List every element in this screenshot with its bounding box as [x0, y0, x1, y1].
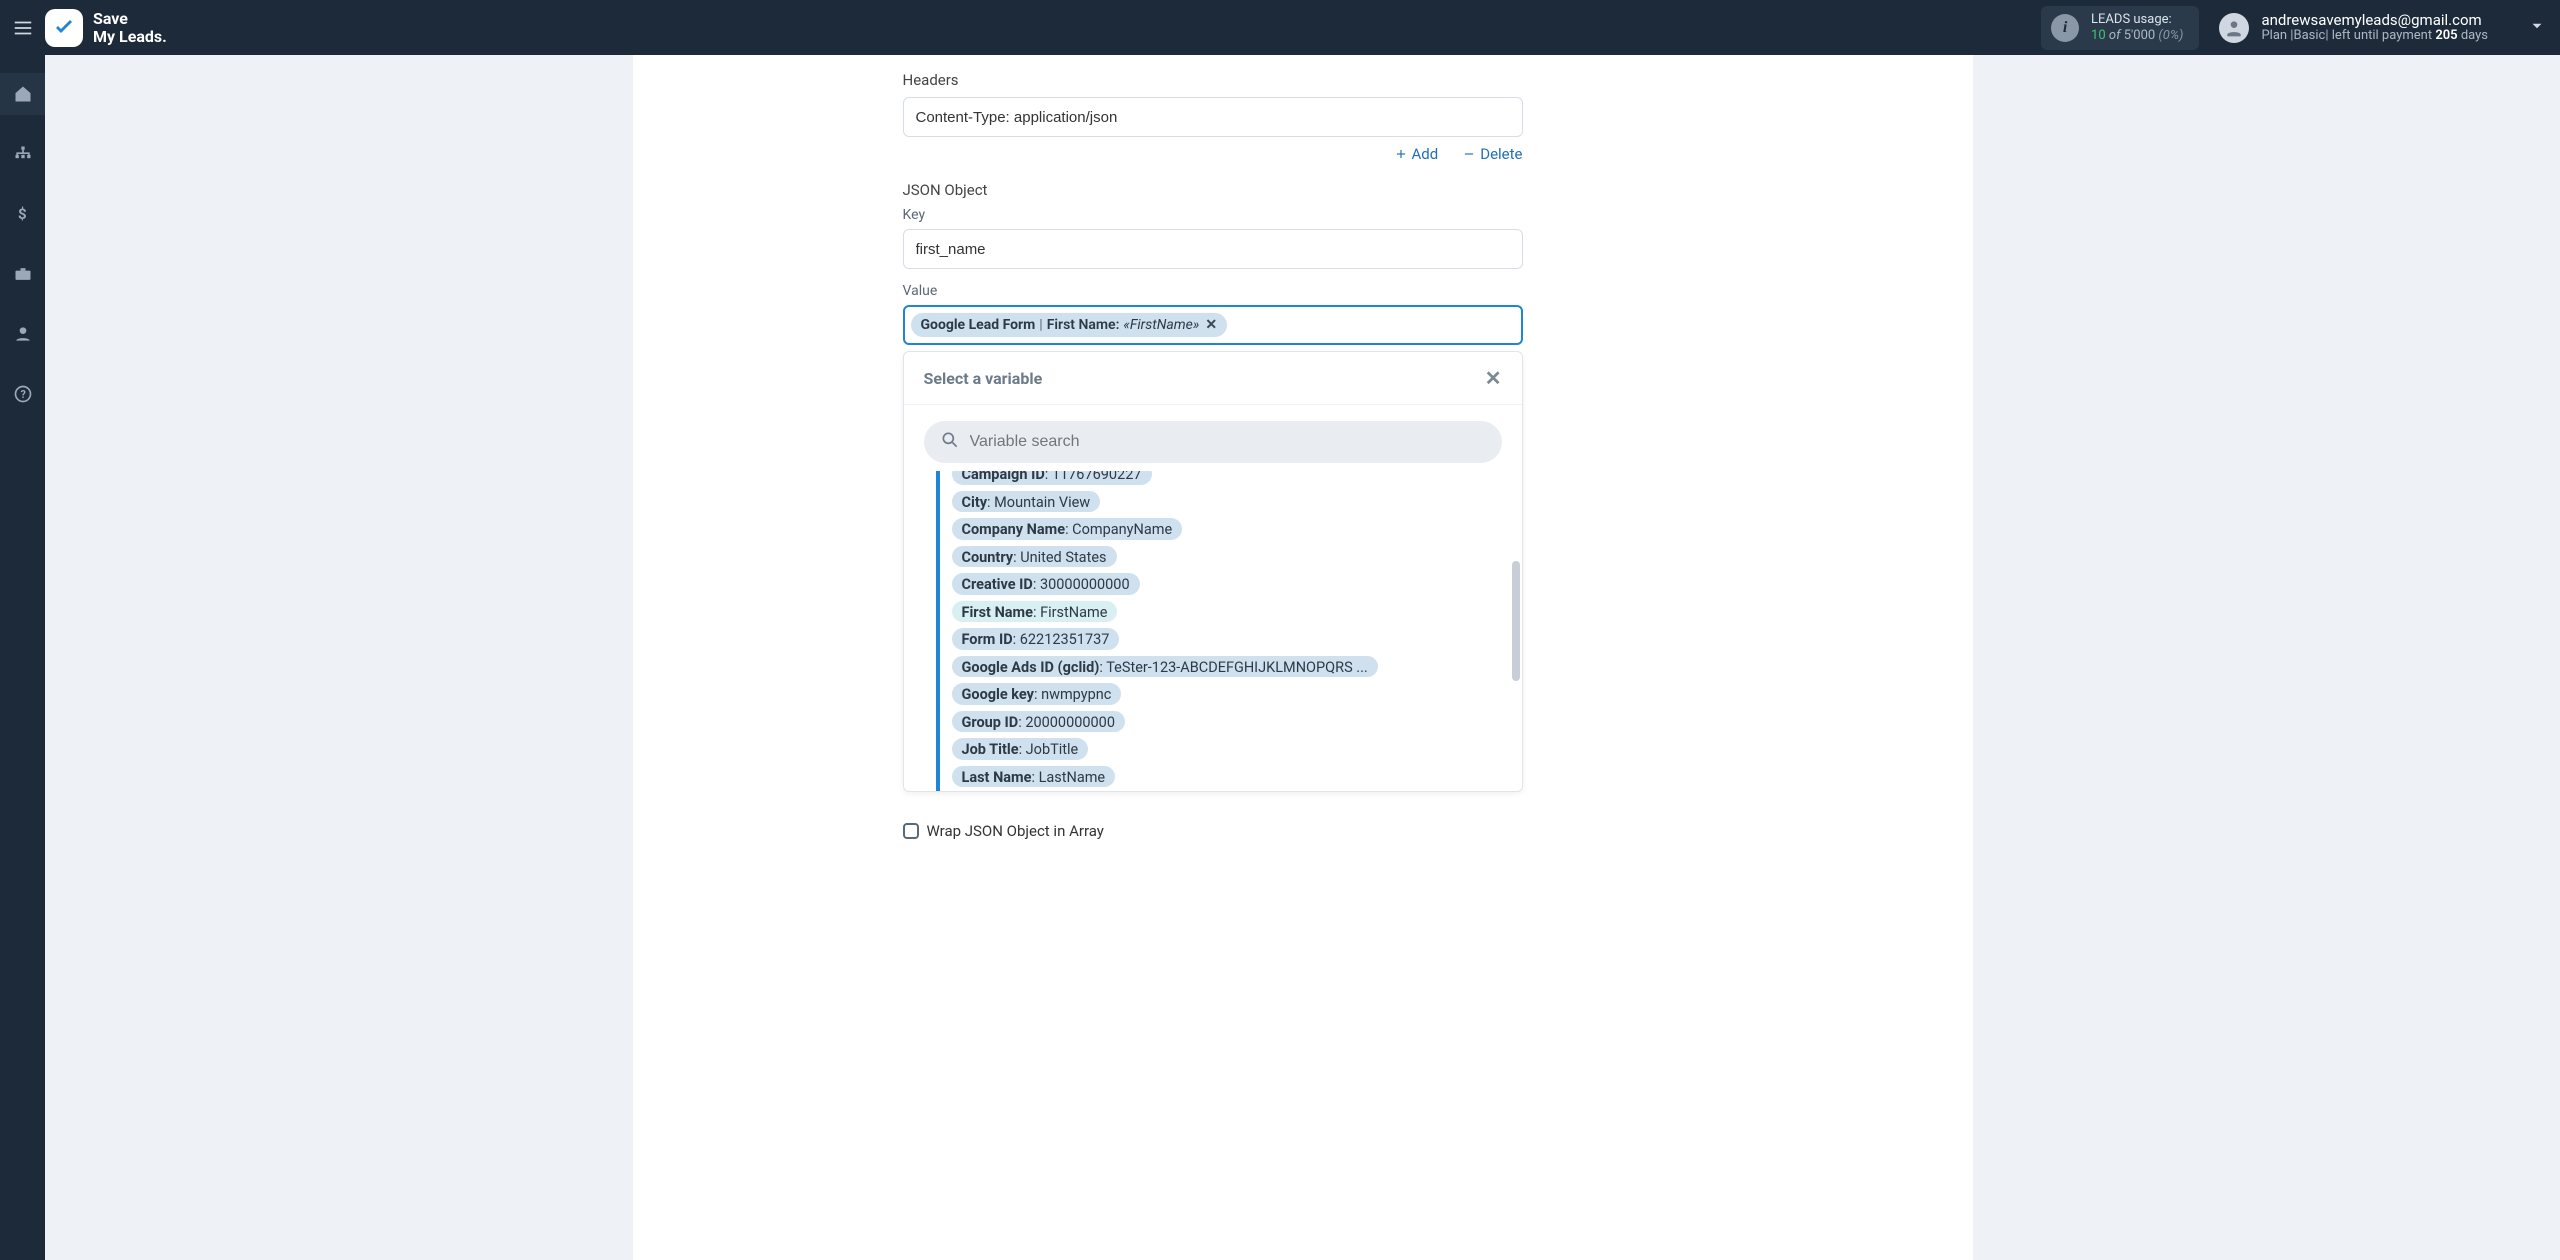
sidebar-item-billing[interactable]: $ — [0, 193, 45, 235]
account-email: andrewsavemyleads@gmail.com — [2261, 12, 2488, 28]
sidebar-item-account[interactable] — [0, 313, 45, 355]
info-icon: i — [2051, 14, 2079, 42]
main-card: Headers Add Delete JSON Object Key Value… — [633, 55, 1973, 1260]
remove-chip-button[interactable]: ✕ — [1205, 317, 1217, 333]
sidebar-item-help[interactable]: ? — [0, 373, 45, 415]
top-header: Save My Leads. i LEADS usage: 10 of 5'00… — [0, 0, 2560, 55]
leads-usage-box[interactable]: i LEADS usage: 10 of 5'000 (0%) — [2041, 6, 2199, 50]
wrap-array-checkbox[interactable] — [903, 823, 919, 839]
value-chip[interactable]: Google Lead Form | First Name: «FirstNam… — [911, 313, 1228, 337]
left-sidebar: $ ? — [0, 55, 45, 1260]
variable-option[interactable]: Google Ads ID (gclid): TeSter-123-ABCDEF… — [952, 656, 1378, 678]
wrap-array-row[interactable]: Wrap JSON Object in Array — [903, 822, 1523, 840]
brand-line1: Save — [93, 9, 128, 28]
usage-label: LEADS usage: — [2091, 12, 2183, 28]
variable-option[interactable]: Job Title: JobTitle — [952, 738, 1089, 760]
main-scroll[interactable]: Headers Add Delete JSON Object Key Value… — [45, 55, 2560, 1260]
wrap-array-label: Wrap JSON Object in Array — [927, 822, 1104, 840]
sidebar-item-integrations[interactable] — [0, 133, 45, 175]
brand-logo[interactable] — [45, 9, 83, 47]
account-box[interactable]: andrewsavemyleads@gmail.com Plan |Basic|… — [2219, 12, 2488, 44]
headers-input[interactable] — [903, 97, 1523, 137]
svg-text:$: $ — [18, 205, 27, 223]
variable-option[interactable]: Form ID: 62212351737 — [952, 628, 1120, 650]
avatar-icon — [2219, 13, 2249, 43]
variable-search-input[interactable] — [970, 433, 1486, 451]
variable-option[interactable]: Campaign ID: 11767690227 — [952, 471, 1152, 485]
sidebar-item-briefcase[interactable] — [0, 253, 45, 295]
headers-actions: Add Delete — [903, 145, 1523, 163]
search-icon — [940, 430, 960, 454]
variable-option[interactable]: Google key: nwmpypnc — [952, 683, 1122, 705]
account-plan: Plan |Basic| left until payment 205 days — [2261, 28, 2488, 44]
scrollbar-thumb[interactable] — [1512, 561, 1520, 681]
variable-option[interactable]: First Name: FirstName — [952, 601, 1118, 623]
variable-dropdown: Select a variable ✕ Campaign ID: 1176769… — [903, 351, 1523, 792]
variable-option[interactable]: Company Name: CompanyName — [952, 518, 1183, 540]
brand-name: Save My Leads. — [93, 10, 167, 46]
json-key-input[interactable] — [903, 229, 1523, 269]
menu-toggle-button[interactable] — [0, 17, 45, 39]
usage-numbers: 10 of 5'000 (0%) — [2091, 28, 2183, 44]
variable-option[interactable]: Creative ID: 30000000000 — [952, 573, 1140, 595]
variable-option[interactable]: Group ID: 20000000000 — [952, 711, 1125, 733]
key-label: Key — [903, 207, 1523, 223]
variable-option[interactable]: Last Name: LastName — [952, 766, 1116, 788]
variable-search-box — [924, 421, 1502, 463]
variable-option[interactable]: Country: United States — [952, 546, 1117, 568]
dropdown-close-button[interactable]: ✕ — [1485, 366, 1502, 390]
delete-header-button[interactable]: Delete — [1462, 145, 1522, 163]
headers-title: Headers — [903, 71, 1523, 89]
json-value-field[interactable]: Google Lead Form | First Name: «FirstNam… — [903, 305, 1523, 345]
variable-option[interactable]: City: Mountain View — [952, 491, 1101, 513]
add-header-button[interactable]: Add — [1394, 145, 1439, 163]
dropdown-title: Select a variable — [924, 369, 1043, 388]
brand-line2: My Leads. — [93, 28, 167, 46]
variable-list[interactable]: Campaign ID: 11767690227 City: Mountain V… — [936, 471, 1510, 791]
account-dropdown-toggle[interactable] — [2528, 17, 2546, 39]
value-label: Value — [903, 283, 1523, 299]
svg-text:?: ? — [20, 388, 25, 401]
json-object-title: JSON Object — [903, 181, 1523, 199]
sidebar-item-home[interactable] — [0, 73, 45, 115]
